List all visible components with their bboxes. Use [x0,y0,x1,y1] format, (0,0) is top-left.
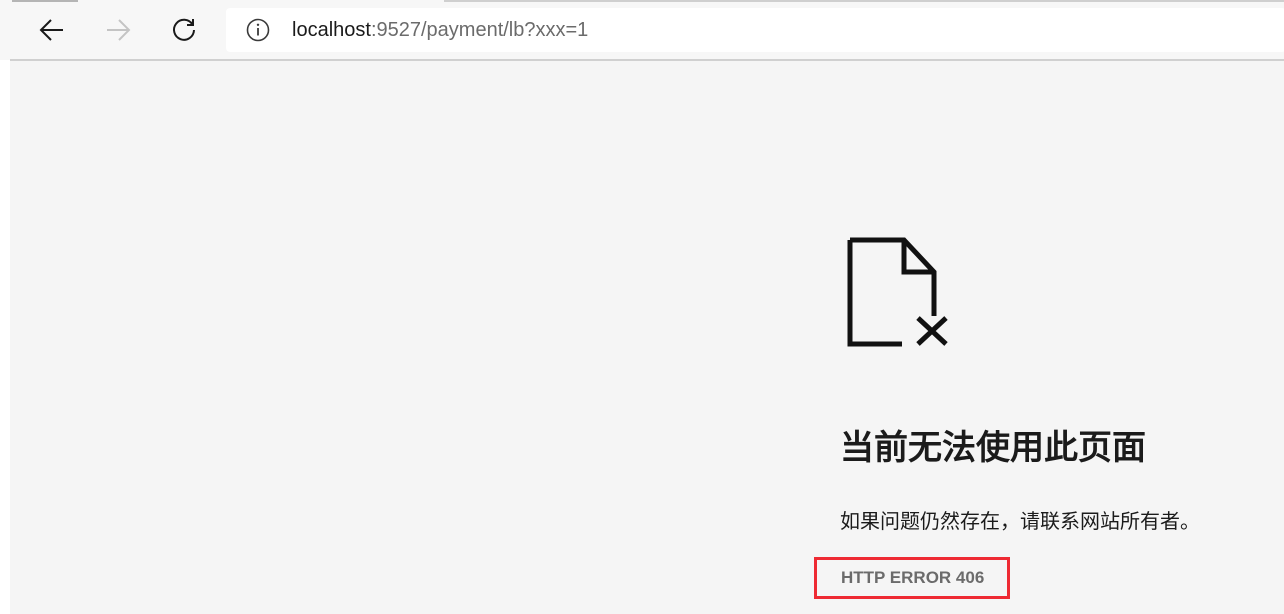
info-icon[interactable] [246,18,270,42]
url-text[interactable]: localhost:9527/payment/lb?xxx=1 [292,19,588,41]
browser-toolbar: localhost:9527/payment/lb?xxx=1 [0,0,1284,61]
url-path: :9527/payment/lb?xxx=1 [370,19,589,41]
error-code-highlight: HTTP ERROR 406 [814,557,1010,599]
toolbar-divider [10,59,1284,61]
forward-button[interactable] [98,10,138,50]
window-left-edge [0,0,10,614]
arrow-left-icon [38,16,66,44]
arrow-right-icon [104,16,132,44]
broken-document-icon [840,236,952,350]
error-title: 当前无法使用此页面 [840,428,1146,468]
tab-edge [12,0,78,2]
error-code: HTTP ERROR 406 [841,568,985,587]
reload-icon [170,16,198,44]
url-host: localhost [292,19,371,41]
error-description: 如果问题仍然存在，请联系网站所有者。 [840,509,1200,533]
tab-edge [444,0,1284,2]
address-bar[interactable]: localhost:9527/payment/lb?xxx=1 [226,8,1284,52]
reload-button[interactable] [164,10,204,50]
back-button[interactable] [32,10,72,50]
